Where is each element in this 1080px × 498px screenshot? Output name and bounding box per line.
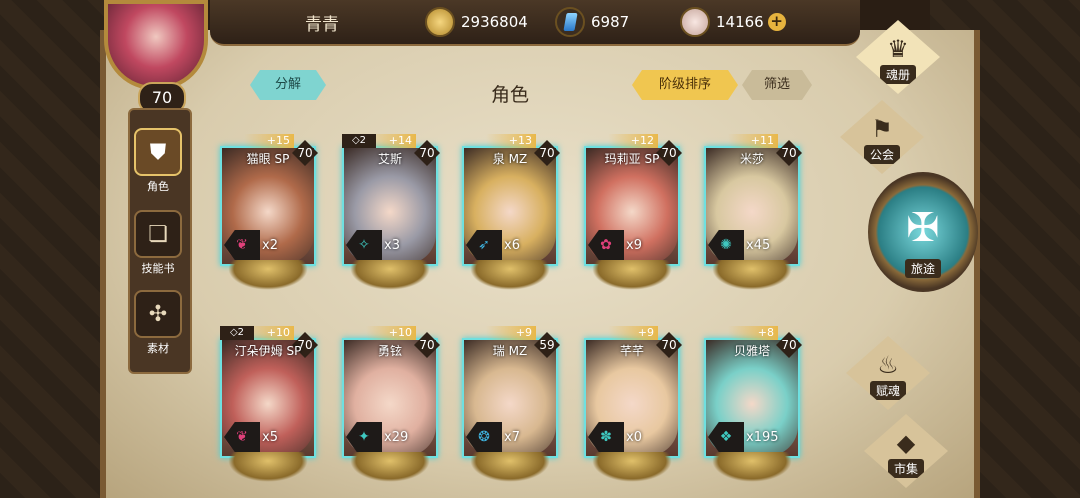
- enhance-level: +9: [608, 326, 658, 340]
- enhance-level: +15: [244, 134, 294, 148]
- page-title: 角色: [490, 84, 529, 106]
- character-card[interactable]: +10 70 勇铉 ✦ x29: [342, 326, 440, 492]
- character-name: 瑞 MZ: [492, 344, 528, 358]
- crystal-amount: 6987: [591, 13, 630, 31]
- tab-material[interactable]: ✣ 素材: [130, 290, 186, 356]
- decompose-button[interactable]: 分解: [250, 70, 326, 100]
- shard-count: x45: [746, 238, 771, 253]
- crystal-icon: [555, 7, 585, 37]
- journey-emblem-icon: ✠: [906, 205, 940, 251]
- enhance-level: +12: [608, 134, 658, 148]
- rank-badge: ◇2: [220, 326, 254, 340]
- character-card[interactable]: +13 70 泉 MZ ➶ x6: [462, 134, 560, 300]
- shard-count: x2: [262, 238, 278, 253]
- book-icon: ❏: [134, 210, 182, 258]
- card-pedestal: [350, 260, 430, 290]
- tab-skillbook-label: 技能书: [141, 262, 175, 275]
- character-card[interactable]: +11 70 米莎 ✺ x45: [704, 134, 802, 300]
- journey-label: 旅途: [904, 259, 941, 278]
- character-name: 米莎: [739, 152, 764, 166]
- shard-count: x0: [626, 430, 642, 445]
- rank-sort-button[interactable]: 阶级排序: [632, 70, 738, 100]
- add-gem-button[interactable]: +: [767, 13, 786, 31]
- enhance-level: +8: [728, 326, 778, 340]
- enhance-level: +10: [366, 326, 416, 340]
- card-pedestal: [592, 452, 672, 482]
- card-pedestal: [712, 452, 792, 482]
- card-pedestal: [228, 452, 308, 482]
- tab-role-label: 角色: [147, 180, 169, 193]
- character-name: 贝雅塔: [733, 344, 770, 358]
- player-name: 青青: [305, 15, 339, 35]
- card-pedestal: [470, 260, 550, 290]
- gem-icon: [680, 7, 710, 37]
- card-pedestal: [712, 260, 792, 290]
- card-pedestal: [592, 260, 672, 290]
- flame-icon: ♨: [877, 351, 899, 379]
- shard-count: x3: [384, 238, 400, 253]
- filter-button[interactable]: 筛选: [742, 70, 812, 100]
- rank-badge: ◇2: [342, 134, 376, 148]
- character-card[interactable]: +9 59 瑞 MZ ❂ x7: [462, 326, 560, 492]
- character-name: 勇铉: [377, 344, 402, 358]
- gold-amount: 2936804: [461, 13, 528, 31]
- journey-button[interactable]: ✠ 旅途: [868, 172, 978, 292]
- shard-count: x5: [262, 430, 278, 445]
- character-name: 玛莉亚 SP: [604, 152, 660, 166]
- material-icon: ✣: [134, 290, 182, 338]
- character-name: 艾斯: [377, 152, 402, 166]
- crown-icon: ♛: [887, 35, 909, 63]
- armor-icon: ⛊: [134, 128, 182, 176]
- character-name: 猫眼 SP: [246, 152, 290, 166]
- card-pedestal: [470, 452, 550, 482]
- guild-banner-icon: ⚑: [871, 115, 893, 143]
- gem-amount: 14166: [716, 13, 764, 31]
- character-name: 泉 MZ: [492, 152, 528, 166]
- character-card[interactable]: +12 70 玛莉亚 SP ✿ x9: [584, 134, 682, 300]
- soulbook-label: 魂册: [879, 65, 916, 84]
- card-pedestal: [228, 260, 308, 290]
- left-background: [0, 0, 110, 498]
- crystal-resource: 6987: [555, 6, 629, 38]
- character-card[interactable]: +15 70 猫眼 SP ❦ x2: [220, 134, 318, 300]
- enhance-level: +11: [728, 134, 778, 148]
- character-card[interactable]: +8 70 贝雅塔 ❖ x195: [704, 326, 802, 492]
- card-pedestal: [350, 452, 430, 482]
- enhance-level: +9: [486, 326, 536, 340]
- shard-count: x6: [504, 238, 520, 253]
- guild-label: 公会: [863, 145, 900, 164]
- talent-label: 赋魂: [869, 381, 906, 400]
- tab-material-label: 素材: [147, 342, 169, 355]
- shard-count: x29: [384, 430, 409, 445]
- gold-resource: 2936804: [425, 6, 528, 38]
- character-name: 芊芊: [619, 344, 644, 358]
- character-card[interactable]: +10 ◇2 70 汀朵伊姆 SP ❦ x5: [220, 326, 318, 492]
- diamond-icon: ◆: [896, 429, 916, 457]
- character-card[interactable]: +14 ◇2 70 艾斯 ✧ x3: [342, 134, 440, 300]
- tab-skillbook[interactable]: ❏ 技能书: [130, 210, 186, 276]
- gem-resource: 14166 +: [680, 6, 786, 38]
- tab-role[interactable]: ⛊ 角色: [130, 128, 186, 194]
- shard-count: x7: [504, 430, 520, 445]
- market-label: 市集: [887, 459, 924, 478]
- character-name: 汀朵伊姆 SP: [234, 344, 302, 358]
- character-card[interactable]: +9 70 芊芊 ✽ x0: [584, 326, 682, 492]
- enhance-level: +13: [486, 134, 536, 148]
- shard-count: x9: [626, 238, 642, 253]
- shard-count: x195: [746, 430, 779, 445]
- gold-coin-icon: [425, 7, 455, 37]
